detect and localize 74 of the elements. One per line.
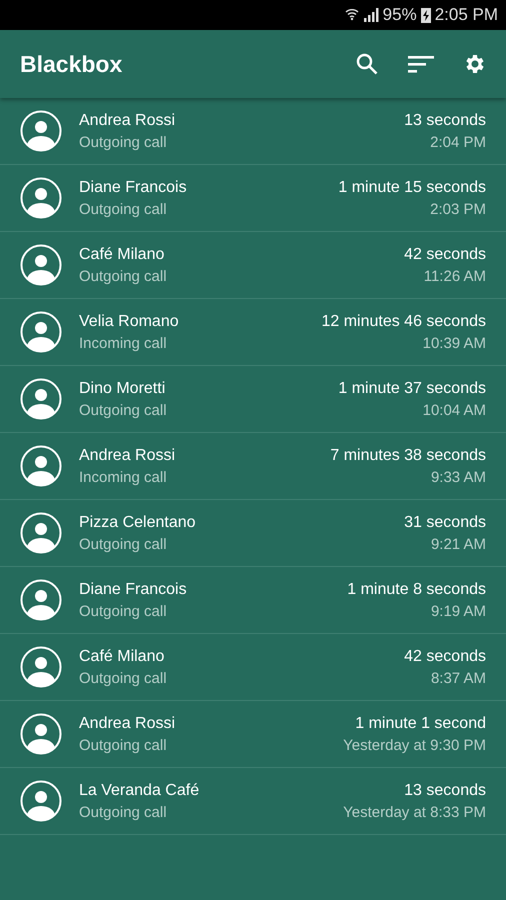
call-time: Yesterday at 8:33 PM xyxy=(343,804,486,820)
contact-avatar-icon xyxy=(20,646,62,688)
contact-name: Café Milano xyxy=(79,648,166,666)
battery-percentage: 95% xyxy=(382,5,417,25)
call-time: 10:04 AM xyxy=(422,402,486,418)
contact-name: Café Milano xyxy=(79,246,166,264)
call-duration: 12 minutes 46 seconds xyxy=(321,312,486,330)
contact-name: Andrea Rossi xyxy=(79,112,176,130)
contact-name: Diane Francois xyxy=(79,178,188,196)
contact-avatar-icon xyxy=(20,244,62,286)
call-direction: Outgoing call xyxy=(79,736,168,754)
call-direction: Outgoing call xyxy=(79,602,168,620)
call-duration: 1 minute 1 second xyxy=(355,714,486,732)
call-direction: Outgoing call xyxy=(79,804,168,820)
call-time: Yesterday at 9:30 PM xyxy=(343,736,486,754)
contact-name: Velia Romano xyxy=(79,312,180,330)
contact-avatar-icon xyxy=(20,780,62,822)
battery-charging-icon xyxy=(420,7,431,23)
call-duration: 31 seconds xyxy=(404,514,486,532)
call-time: 2:04 PM xyxy=(430,134,486,150)
contact-name: Andrea Rossi xyxy=(79,446,176,464)
contact-name: La Veranda Café xyxy=(79,782,200,800)
call-direction: Outgoing call xyxy=(79,536,168,552)
contact-avatar-icon xyxy=(20,713,62,755)
search-icon[interactable] xyxy=(355,52,379,76)
contact-avatar-icon xyxy=(20,378,62,420)
contact-name: Diane Francois xyxy=(79,580,188,598)
wifi-icon xyxy=(344,7,359,23)
call-duration: 42 seconds xyxy=(404,648,486,666)
contact-avatar-icon xyxy=(20,110,62,152)
call-log-row[interactable]: Andrea Rossi Incoming call 7 minutes 38 seconds 9:33 AM xyxy=(0,433,506,500)
contact-avatar-icon xyxy=(20,579,62,621)
app-title: Blackbox xyxy=(20,50,122,78)
contact-avatar-icon xyxy=(20,177,62,219)
call-log-row[interactable]: Andrea Rossi Outgoing call 13 seconds 2:04 PM xyxy=(0,98,506,165)
call-direction: Outgoing call xyxy=(79,268,168,284)
call-duration: 13 seconds xyxy=(404,112,486,130)
call-duration: 1 minute 15 seconds xyxy=(338,178,486,196)
call-log-row[interactable]: Diane Francois Outgoing call 1 minute 15 seconds 2:03 PM xyxy=(0,165,506,232)
contact-name: Pizza Celentano xyxy=(79,514,197,532)
call-time: 9:21 AM xyxy=(430,536,486,552)
contact-avatar-icon xyxy=(20,311,62,353)
call-log-row[interactable]: La Veranda Café Outgoing call 13 seconds Yesterday at 8:33 PM xyxy=(0,768,506,835)
call-direction: Incoming call xyxy=(79,334,168,352)
call-duration: 1 minute 8 seconds xyxy=(347,580,486,598)
call-direction: Outgoing call xyxy=(79,134,168,150)
call-time: 2:03 PM xyxy=(430,200,486,218)
call-duration: 1 minute 37 seconds xyxy=(338,380,486,398)
call-log-row[interactable]: Andrea Rossi Outgoing call 1 minute 1 second Yesterday at 9:30 PM xyxy=(0,701,506,768)
call-time: 9:33 AM xyxy=(430,468,486,486)
call-time: 9:19 AM xyxy=(430,602,486,620)
contact-name: Andrea Rossi xyxy=(79,714,176,732)
call-log-row[interactable]: Diane Francois Outgoing call 1 minute 8 seconds 9:19 AM xyxy=(0,567,506,634)
signal-icon xyxy=(362,8,379,22)
sort-icon[interactable] xyxy=(408,54,434,74)
call-time: 10:39 AM xyxy=(422,334,486,352)
call-direction: Outgoing call xyxy=(79,200,168,218)
call-log-row[interactable]: Velia Romano Incoming call 12 minutes 46 seconds 10:39 AM xyxy=(0,299,506,366)
call-time: 11:26 AM xyxy=(424,268,486,284)
call-direction: Outgoing call xyxy=(79,670,168,686)
call-log-row[interactable]: Dino Moretti Outgoing call 1 minute 37 seconds 10:04 AM xyxy=(0,366,506,433)
call-log-row[interactable]: Café Milano Outgoing call 42 seconds 8:37 AM xyxy=(0,634,506,701)
contact-avatar-icon xyxy=(20,512,62,554)
call-duration: 7 minutes 38 seconds xyxy=(330,446,486,464)
call-direction: Incoming call xyxy=(79,468,168,486)
contact-name: Dino Moretti xyxy=(79,380,166,398)
call-direction: Outgoing call xyxy=(79,402,168,418)
call-duration: 42 seconds xyxy=(404,246,486,264)
call-time: 8:37 AM xyxy=(430,670,486,686)
call-log-row[interactable]: Pizza Celentano Outgoing call 31 seconds 9:21 AM xyxy=(0,500,506,567)
contact-avatar-icon xyxy=(20,445,62,487)
clock: 2:05 PM xyxy=(434,5,498,25)
call-log-row[interactable]: Café Milano Outgoing call 42 seconds 11:26 AM xyxy=(0,232,506,299)
call-duration: 13 seconds xyxy=(404,782,486,800)
